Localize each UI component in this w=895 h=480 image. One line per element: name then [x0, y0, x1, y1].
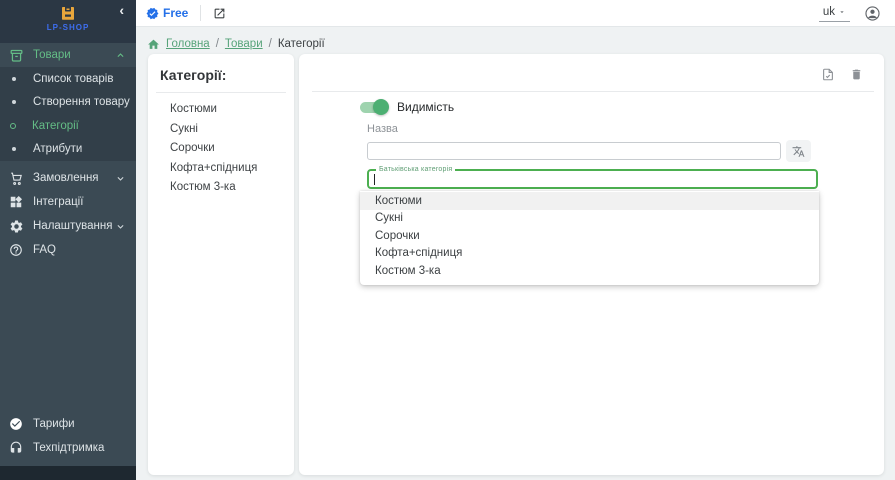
sidebar-item-attributes[interactable]: Атрибути [0, 138, 136, 162]
category-list-item[interactable]: Костюми [170, 99, 294, 119]
breadcrumb-separator: / [269, 38, 272, 50]
sidebar-item-faq[interactable]: FAQ [0, 238, 136, 262]
parent-category-label: Батьківська категорія [376, 166, 455, 173]
sidebar-item-label: Інтеграції [33, 196, 126, 208]
launch-icon [213, 7, 226, 20]
delete-trash-icon[interactable] [850, 67, 863, 82]
products-box-icon [8, 47, 24, 63]
sidebar-item-label: Список товарів [33, 73, 113, 85]
visibility-toggle[interactable] [360, 102, 387, 113]
dropdown-option[interactable]: Кофта+спідниця [360, 245, 819, 263]
shop-bag-icon [59, 4, 77, 22]
breadcrumb-separator: / [216, 38, 219, 50]
sidebar-item-categories[interactable]: Категорії [0, 114, 136, 138]
verified-icon [146, 7, 159, 20]
home-icon[interactable] [147, 38, 160, 51]
sidebar-item-label: FAQ [33, 244, 126, 256]
sidebar-item-label: Тарифи [33, 418, 126, 430]
category-list-item[interactable]: Сукні [170, 119, 294, 139]
active-bullet-icon [10, 123, 16, 129]
visibility-label: Видимість [397, 100, 454, 114]
sidebar-item-products[interactable]: Товари [0, 43, 136, 67]
categories-panel-title: Категорії: [148, 67, 294, 83]
open-site-button[interactable] [213, 7, 226, 20]
sidebar-item-label: Налаштування [33, 220, 116, 232]
sidebar-item-label: Створення товару [33, 96, 130, 108]
sidebar-item-label: Замовлення [33, 172, 116, 184]
translate-icon [792, 145, 805, 158]
logo-text: LP-SHOP [47, 23, 90, 32]
headset-icon [8, 440, 24, 456]
products-submenu: Список товарів Створення товару Категорі… [0, 67, 136, 161]
widgets-icon [8, 194, 24, 210]
help-icon [8, 242, 24, 258]
text-caret [374, 174, 375, 185]
gear-icon [8, 218, 24, 234]
sidebar-item-orders[interactable]: Замовлення [0, 166, 136, 190]
account-button[interactable] [864, 5, 881, 22]
sidebar-item-integrations[interactable]: Інтеграції [0, 190, 136, 214]
parent-category-dropdown: Костюми Сукні Сорочки Кофта+спідниця Кос… [360, 191, 819, 285]
content-cards: Категорії: Костюми Сукні Сорочки Кофта+с… [136, 53, 895, 475]
sidebar-item-tariffs[interactable]: Тарифи [0, 412, 136, 436]
sidebar-item-product-list[interactable]: Список товарів [0, 67, 136, 91]
sidebar-item-label: Атрибути [33, 143, 82, 155]
parent-category-field[interactable]: Батьківська категорія [367, 169, 818, 189]
save-document-icon[interactable] [821, 67, 835, 82]
chevron-down-icon [116, 222, 126, 231]
category-list-item[interactable]: Кофта+спідниця [170, 158, 294, 178]
sidebar-bottom-strip [0, 466, 136, 480]
breadcrumb-products-link[interactable]: Товари [225, 38, 263, 50]
category-list-item[interactable]: Сорочки [170, 138, 294, 158]
category-list-item[interactable]: Костюм 3-ка [170, 177, 294, 197]
app-logo[interactable]: LP-SHOP [47, 4, 90, 32]
breadcrumb-current: Категорії [278, 38, 325, 50]
main-content: Головна / Товари / Категорії Категорії: … [136, 28, 895, 480]
topbar: Free uk [136, 0, 895, 27]
dropdown-option[interactable]: Сукні [360, 210, 819, 228]
bullet-icon [12, 77, 16, 81]
name-input[interactable] [367, 142, 781, 160]
language-select[interactable]: uk [819, 4, 850, 22]
account-circle-icon [864, 5, 881, 22]
sidebar-nav: Товари Список товарів Створення товару К… [0, 43, 136, 262]
dropdown-option[interactable]: Сорочки [360, 227, 819, 245]
sidebar-item-product-create[interactable]: Створення товару [0, 91, 136, 115]
editor-toolbar-divider [312, 91, 874, 92]
dropdown-option[interactable]: Костюм 3-ка [360, 262, 819, 280]
sidebar-logo-header: LP-SHOP ‹ [0, 0, 136, 43]
categories-list: Костюми Сукні Сорочки Кофта+спідниця Кос… [148, 93, 294, 197]
dropdown-option[interactable]: Костюми [360, 192, 819, 210]
sidebar: LP-SHOP ‹ Товари Список товарів Створенн… [0, 0, 136, 480]
sidebar-item-label: Техпідтримка [33, 442, 126, 454]
sidebar-collapse-icon[interactable]: ‹ [119, 2, 124, 18]
caret-down-icon [838, 8, 846, 16]
sidebar-item-label: Категорії [32, 120, 79, 132]
name-field-label: Назва [367, 123, 398, 135]
categories-panel: Категорії: Костюми Сукні Сорочки Кофта+с… [148, 54, 294, 475]
breadcrumb: Головна / Товари / Категорії [136, 28, 895, 53]
bullet-icon [12, 100, 16, 104]
breadcrumb-home-link[interactable]: Головна [166, 38, 210, 50]
check-circle-icon [8, 416, 24, 432]
translate-button[interactable] [786, 140, 811, 162]
chevron-down-icon [116, 174, 126, 183]
sidebar-item-label: Товари [33, 49, 116, 61]
language-value: uk [823, 6, 835, 18]
cart-icon [8, 170, 24, 186]
sidebar-item-settings[interactable]: Налаштування [0, 214, 136, 238]
editor-toolbar [821, 67, 863, 82]
plan-badge-label: Free [163, 6, 188, 20]
chevron-up-icon [116, 51, 126, 60]
topbar-divider [200, 5, 201, 21]
bullet-icon [12, 147, 16, 151]
visibility-row: Видимість [360, 100, 454, 114]
category-editor-panel: Видимість Назва Батьківська категорія Ко… [299, 54, 884, 475]
plan-badge[interactable]: Free [146, 6, 188, 20]
sidebar-item-support[interactable]: Техпідтримка [0, 436, 136, 460]
sidebar-spacer [0, 262, 136, 412]
